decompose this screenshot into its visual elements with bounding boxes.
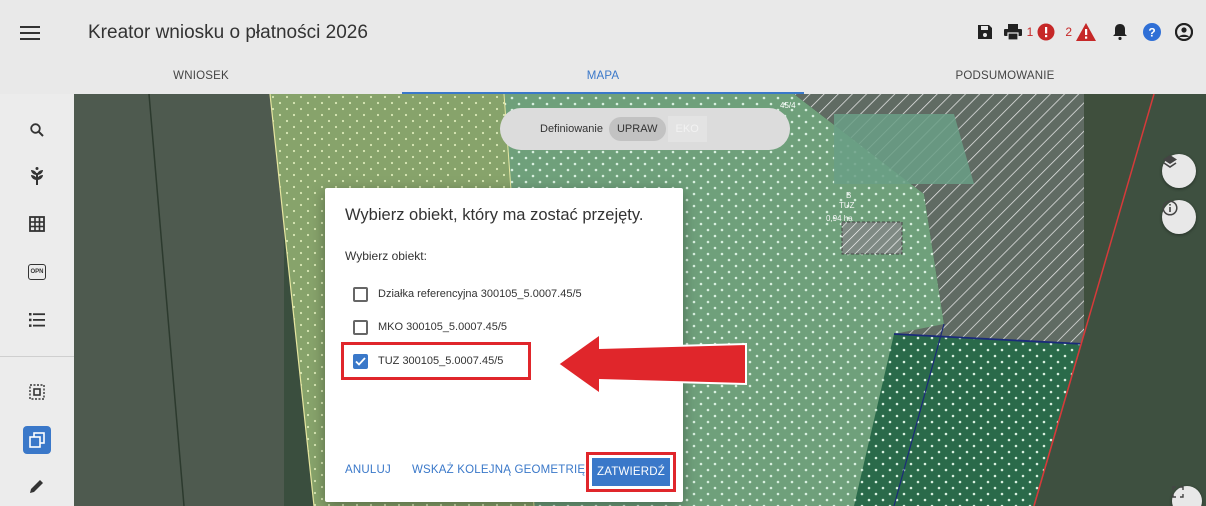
toolbar-divider [0,356,74,357]
parcel-area-label: 0,94 ha [826,214,853,223]
select-area-icon[interactable] [23,378,51,406]
option-label: MKO 300105_5.0007.45/5 [378,321,508,333]
tab-wniosek[interactable]: WNIOSEK [0,64,402,94]
list-icon[interactable] [23,306,51,334]
search-icon[interactable] [23,116,51,144]
header-icons: 1 2 ? [971,20,1198,44]
parcel-type-label: TUZ [839,201,855,210]
info-icon [1162,200,1178,216]
option-mko[interactable]: MKO 300105_5.0007.45/5 [353,318,507,336]
tab-podsumowanie[interactable]: PODSUMOWANIE [804,64,1206,94]
warning-count: 2 [1065,25,1072,39]
mode-option-eko[interactable]: EKO [667,116,707,142]
bell-icon[interactable] [1106,20,1134,44]
option-label: TUZ 300105_5.0007.45/5 [378,355,504,367]
option-dzialka[interactable]: Działka referencyjna 300105_5.0007.45/5 [353,285,582,303]
print-icon[interactable] [999,20,1027,44]
warning-icon[interactable] [1074,20,1098,44]
pencil-icon[interactable] [23,472,51,500]
dialog-title: Wybierz obiekt, który ma zostać przejęty… [345,206,644,224]
layers-button[interactable] [1162,154,1196,188]
check-icon [355,356,366,366]
save-icon[interactable] [971,20,999,44]
opn-label: OPN [28,264,46,280]
parcel-number-label: 45/4 [780,101,796,110]
mode-option-upraw[interactable]: UPRAW [608,117,666,141]
svg-text:?: ? [1148,26,1155,40]
dialog-subtitle: Wybierz obiekt: [345,249,427,263]
confirm-button[interactable]: ZATWIERDŹ [592,458,670,486]
confirm-highlight: ZATWIERDŹ [586,452,676,492]
page-title: Kreator wniosku o płatności 2026 [88,22,368,43]
account-icon[interactable] [1170,20,1198,44]
error-count: 1 [1026,25,1034,39]
red-arrow-icon [556,332,747,396]
menu-icon[interactable] [20,26,40,40]
checkbox-dzialka[interactable] [353,286,368,302]
fullscreen-icon [1172,486,1184,498]
next-geometry-button[interactable]: WSKAŻ KOLEJNĄ GEOMETRIĘ [412,464,585,476]
mode-toggle: Definiowanie UPRAW EKO [500,108,790,150]
main-tabs: WNIOSEK MAPA PODSUMOWANIE [0,64,1206,94]
error-icon[interactable] [1035,20,1057,44]
copy-geometry-icon[interactable] [23,426,51,454]
plant-icon[interactable] [23,162,51,190]
grid-icon[interactable] [23,210,51,238]
help-icon[interactable]: ? [1138,20,1166,44]
opn-icon[interactable]: OPN [23,258,51,286]
cancel-button[interactable]: ANULUJ [345,464,391,476]
app-header: Kreator wniosku o płatności 2026 1 2 ? [0,0,1206,64]
checkbox-mko[interactable] [353,319,368,335]
map-toolbar: OPN [0,94,74,506]
mode-toggle-label: Definiowanie [540,123,603,135]
info-button[interactable] [1162,200,1196,234]
option-tuz[interactable]: TUZ 300105_5.0007.45/5 [353,352,503,370]
layers-icon [1163,155,1177,168]
checkbox-tuz[interactable] [353,353,368,369]
option-label: Działka referencyjna 300105_5.0007.45/5 [378,288,582,300]
parcel-letter-label: B [846,191,851,200]
tab-mapa[interactable]: MAPA [402,64,804,94]
